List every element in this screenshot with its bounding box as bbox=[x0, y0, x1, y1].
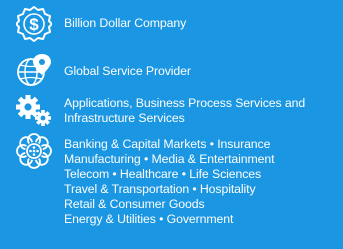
feature-services: Applications, Business Process Services … bbox=[0, 90, 343, 130]
dollar-badge-icon: $ bbox=[16, 5, 52, 43]
feature-billion-dollar: $ Billion Dollar Company bbox=[0, 0, 343, 50]
feature-line: Telecom • Healthcare • Life Sciences bbox=[64, 167, 262, 181]
feature-label: Applications, Business Process Services … bbox=[64, 96, 339, 126]
feature-label: Billion Dollar Company bbox=[64, 16, 339, 31]
feature-industries: Banking & Capital Markets • Insurance Ma… bbox=[0, 130, 343, 249]
feature-line: Billion Dollar Company bbox=[64, 16, 187, 30]
feature-line: Infrastructure Services bbox=[64, 111, 185, 125]
feature-line: Global Service Provider bbox=[64, 64, 191, 78]
feature-line: Banking & Capital Markets • Insurance bbox=[64, 137, 271, 151]
globe-location-icon bbox=[16, 53, 52, 87]
feature-line: Manufacturing • Media & Entertainment bbox=[64, 152, 275, 166]
feature-line: Applications, Business Process Services … bbox=[64, 96, 306, 110]
feature-global-provider: Global Service Provider bbox=[0, 50, 343, 90]
feature-line: Energy & Utilities • Government bbox=[64, 212, 234, 226]
svg-text:$: $ bbox=[29, 15, 39, 34]
gears-icon bbox=[16, 93, 52, 127]
feature-line: Travel & Transportation • Hospitality bbox=[64, 182, 256, 196]
feature-line: Retail & Consumer Goods bbox=[64, 197, 205, 211]
feature-label: Banking & Capital Markets • Insurance Ma… bbox=[64, 137, 339, 227]
feature-label: Global Service Provider bbox=[64, 64, 339, 79]
industries-flower-icon bbox=[16, 133, 52, 169]
